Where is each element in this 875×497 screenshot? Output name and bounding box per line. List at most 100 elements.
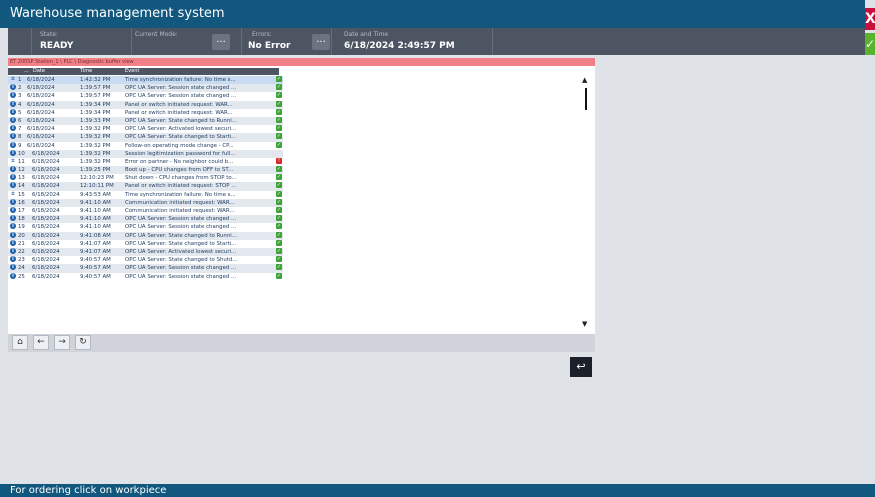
table-row[interactable]: i 10 6/18/2024 1:39:32 PM Session legitimiza…: [8, 149, 283, 158]
table-row[interactable]: i 4 6/18/2024 1:39:34 PM Panel or switch ini…: [8, 100, 283, 109]
col-header-date[interactable]: Date: [33, 68, 45, 75]
cell-no: 5: [18, 109, 22, 116]
table-row[interactable]: i 24 6/18/2024 9:40:57 AM OPC UA Server: Ses…: [8, 264, 283, 273]
cell-no: 1: [18, 77, 22, 83]
cell-time: 12:10:23 PM: [80, 175, 114, 182]
cell-event: OPC UA Server: Activated lowest securi..…: [125, 248, 237, 255]
cell-time: 9:40:57 AM: [80, 265, 111, 272]
scroll-up-icon[interactable]: ▲: [582, 76, 587, 84]
table-row[interactable]: i 20 6/18/2024 9:41:08 AM OPC UA Server: Sta…: [8, 231, 283, 240]
col-header-time[interactable]: Time: [80, 68, 92, 75]
status-error-icon: !: [276, 157, 282, 164]
footer-bar[interactable]: For ordering click on workpiece: [0, 484, 875, 497]
table-row[interactable]: i 22 6/18/2024 9:41:07 AM OPC UA Server: Act…: [8, 247, 283, 257]
cell-time: 1:39:32 PM: [80, 150, 111, 157]
status-bar-spacer: [8, 28, 32, 55]
close-button[interactable]: X: [865, 8, 875, 30]
cell-event: Error on partner - No neighbor could b..…: [125, 158, 234, 165]
errors-value: No Error: [248, 41, 291, 51]
cell-time: 1:39:34 PM: [80, 101, 111, 108]
status-ok-icon: ✓: [276, 256, 282, 263]
vertical-scrollbar[interactable]: ▲ ▼: [580, 76, 592, 330]
ok-button[interactable]: ✓: [865, 33, 875, 55]
table-row[interactable]: i 17 6/18/2024 9:41:10 AM Communication init…: [8, 207, 283, 215]
table-row[interactable]: i 19 6/18/2024 9:41:10 AM OPC UA Server: Ses…: [8, 223, 283, 231]
cell-no: 8: [18, 134, 22, 141]
cell-event: Panel or switch initiated request: WAR..…: [125, 101, 233, 108]
cell-time: 9:41:10 AM: [80, 208, 111, 214]
status-bar: State: READY Current Mode: ... Errors: N…: [8, 28, 865, 55]
cell-no: 18: [18, 216, 25, 223]
cell-date: 6/18/2024: [32, 208, 60, 214]
table-row[interactable]: i 16 6/18/2024 9:41:10 AM Communication init…: [8, 198, 283, 207]
scroll-thumb[interactable]: [585, 88, 587, 110]
home-icon[interactable]: ⌂: [12, 335, 28, 350]
info-icon: i: [10, 133, 16, 140]
info-icon: i: [10, 149, 16, 156]
table-row[interactable]: ±1 6/18/2024 1:42:32 PM Time synchronizatio…: [8, 76, 283, 85]
cell-no: 6: [18, 117, 22, 124]
cell-no: 14: [18, 183, 25, 190]
diagnostic-buffer-pane: ET 200SP Station_1 \ PLC \ Diagnostic bu…: [8, 58, 595, 352]
info-icon: i: [10, 141, 16, 148]
cell-date: 6/18/2024: [32, 248, 60, 255]
cell-event: OPC UA Server: Session state changed ...: [125, 93, 237, 100]
cell-time: 1:39:32 PM: [80, 126, 111, 133]
cell-time: 9:40:57 AM: [80, 273, 111, 280]
cell-time: 1:39:32 PM: [80, 142, 111, 149]
buffer-view-title: ET 200SP Station_1 \ PLC \ Diagnostic bu…: [8, 58, 595, 66]
cell-date: 6/18/2024: [27, 126, 55, 133]
table-row[interactable]: ±15 6/18/2024 9:43:53 AM Time synchronizati…: [8, 190, 283, 199]
table-row[interactable]: i 9 6/18/2024 1:39:32 PM Follow-on operating…: [8, 141, 283, 150]
info-icon: i: [10, 198, 16, 205]
cell-date: 6/18/2024: [32, 273, 60, 280]
cell-event: OPC UA Server: Session state changed ...: [125, 216, 237, 223]
table-row[interactable]: i 18 6/18/2024 9:41:10 AM OPC UA Server: Ses…: [8, 215, 283, 224]
arrow-right-icon[interactable]: →: [54, 335, 70, 350]
errors-more-button[interactable]: ...: [312, 34, 330, 50]
table-row[interactable]: i 5 6/18/2024 1:39:34 PM Panel or switch ini…: [8, 108, 283, 117]
cell-date: 6/18/2024: [32, 265, 60, 272]
col-header-index[interactable]: ...: [24, 68, 29, 75]
mode-more-button[interactable]: ...: [212, 34, 230, 50]
back-icon[interactable]: ↩: [570, 357, 592, 377]
cell-time: 1:42:32 PM: [80, 77, 111, 83]
table-row[interactable]: i 2 6/18/2024 1:39:57 PM OPC UA Server: Sess…: [8, 84, 283, 93]
table-row[interactable]: i 8 6/18/2024 1:39:32 PM OPC UA Server: Stat…: [8, 133, 283, 142]
scroll-down-icon[interactable]: ▼: [582, 320, 587, 328]
table-row[interactable]: i 21 6/18/2024 9:41:07 AM OPC UA Server: Sta…: [8, 239, 283, 248]
table-row[interactable]: i 6 6/18/2024 1:39:33 PM OPC UA Server: Stat…: [8, 116, 283, 126]
cell-no: 2: [18, 85, 22, 92]
cell-event: Panel or switch initiated request: WAR..…: [125, 109, 233, 116]
info-icon: i: [10, 264, 16, 271]
table-row[interactable]: i 13 6/18/2024 12:10:23 PM Shut down - CPU c…: [8, 174, 283, 182]
cell-date: 6/18/2024: [32, 167, 60, 174]
info-icon: i: [10, 182, 16, 189]
info-icon: i: [10, 247, 16, 254]
errors-panel: Errors: No Error ...: [242, 28, 332, 55]
datetime-value: 6/18/2024 2:49:57 PM: [344, 41, 455, 51]
table-row[interactable]: i 14 6/18/2024 12:10:11 PM Panel or switch i…: [8, 182, 283, 191]
status-ok-icon: ✓: [276, 231, 282, 238]
datetime-label: Date and Time: [344, 31, 389, 38]
arrow-left-icon[interactable]: ←: [33, 335, 49, 350]
info-icon: i: [10, 166, 16, 173]
table-row[interactable]: i 7 6/18/2024 1:39:32 PM OPC UA Server: Acti…: [8, 125, 283, 133]
table-row[interactable]: i 12 6/18/2024 1:39:25 PM Boot up - CPU chan…: [8, 166, 283, 175]
cell-no: 15: [18, 191, 25, 198]
info-icon: i: [10, 174, 16, 181]
cell-time: 9:41:07 AM: [80, 240, 111, 247]
cell-event: Follow-on operating mode change - CP...: [125, 142, 234, 149]
cell-event: Time synchronization failure: No time s.…: [125, 77, 236, 83]
refresh-icon[interactable]: ↻: [75, 335, 91, 350]
cell-date: 6/18/2024: [32, 257, 60, 264]
col-header-event[interactable]: Event: [125, 68, 139, 75]
table-row[interactable]: i 25 6/18/2024 9:40:57 AM OPC UA Server: Ses…: [8, 272, 283, 281]
cell-event: OPC UA Server: State changed to Shutd...: [125, 257, 238, 264]
table-row[interactable]: i 23 6/18/2024 9:40:57 AM OPC UA Server: Sta…: [8, 256, 283, 264]
table-row[interactable]: ±11 6/18/2024 1:39:32 PM Error on partner -…: [8, 157, 283, 166]
table-row[interactable]: i 3 6/18/2024 1:39:57 PM OPC UA Server: Sess…: [8, 92, 283, 100]
cell-no: 10: [18, 150, 25, 157]
cell-time: 9:41:08 AM: [80, 232, 111, 239]
status-ok-icon: ✓: [276, 116, 282, 123]
